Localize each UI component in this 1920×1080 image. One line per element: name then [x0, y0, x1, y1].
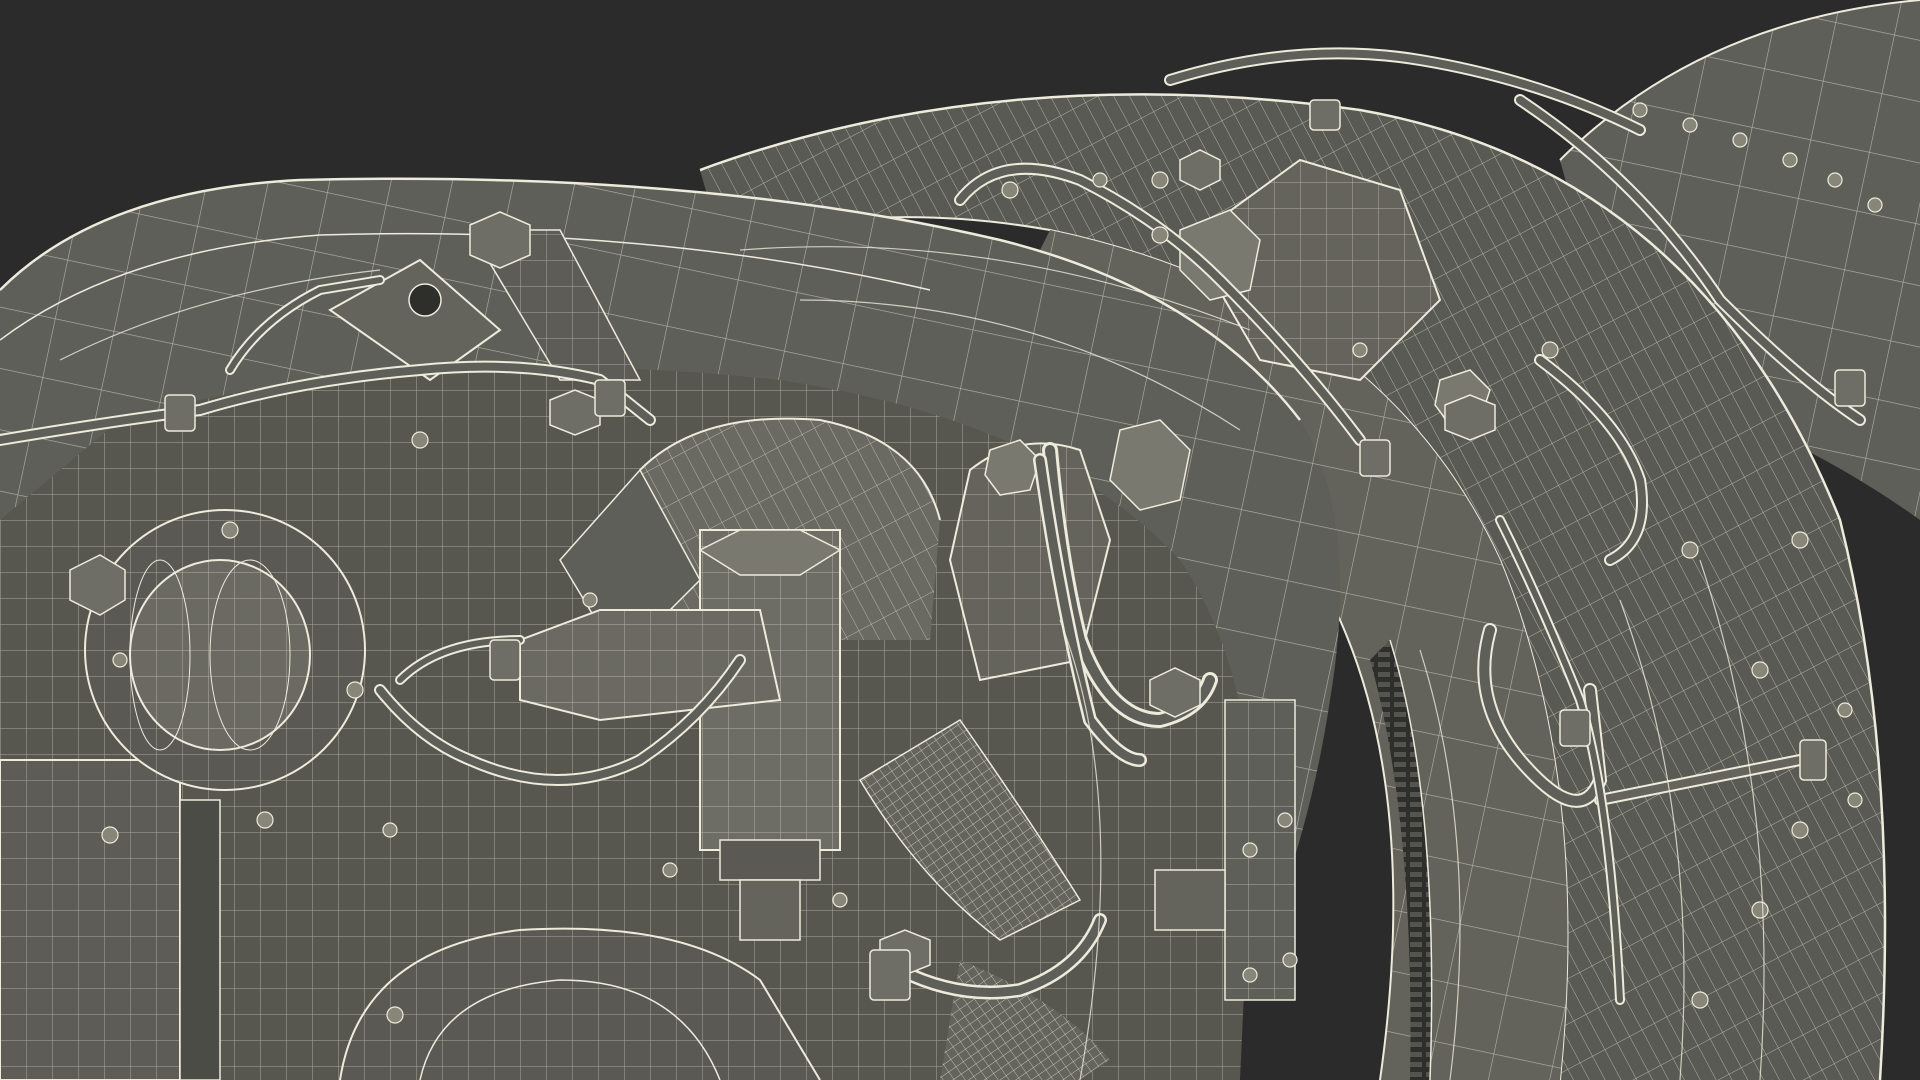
accessory-box [0, 759, 221, 1080]
pump-end-cap [84, 509, 366, 791]
render-viewport [0, 0, 1920, 1080]
engine-wireframe-render [0, 0, 1920, 1080]
